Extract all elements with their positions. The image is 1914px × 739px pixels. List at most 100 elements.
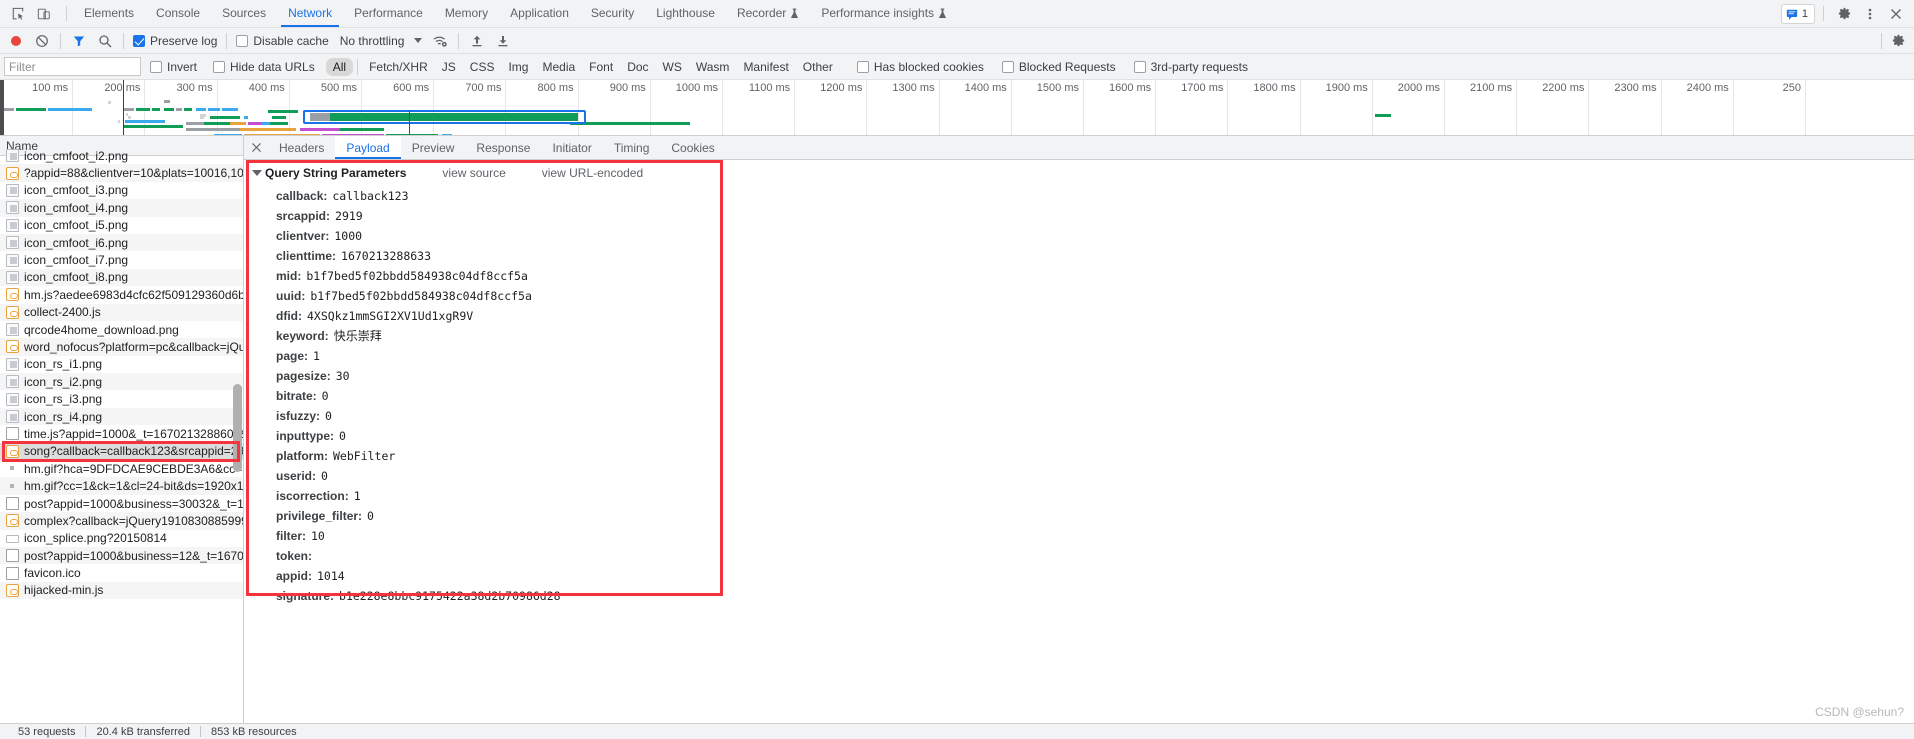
tab-memory[interactable]: Memory [434, 0, 499, 27]
request-row[interactable]: complex?callback=jQuery19108308859998824… [0, 512, 243, 530]
disable-cache-checkbox[interactable]: Disable cache [233, 34, 331, 48]
request-row[interactable]: favicon.ico [0, 564, 243, 581]
request-count: 53 requests [18, 725, 76, 738]
request-row[interactable]: word_nofocus?platform=pc&callback=jQuery… [0, 338, 243, 356]
tab-recorder[interactable]: Recorder [726, 0, 810, 27]
view-url-encoded-link[interactable]: view URL-encoded [542, 166, 643, 180]
tab-elements[interactable]: Elements [73, 0, 145, 27]
funnel-filter-icon[interactable] [67, 30, 91, 52]
request-row[interactable]: icon_cmfoot_i2.png [0, 147, 243, 164]
request-row[interactable]: icon_cmfoot_i8.png [0, 268, 243, 287]
request-name: icon_cmfoot_i4.png [24, 200, 129, 215]
request-list-scrollbar[interactable] [233, 384, 242, 472]
device-toolbar-icon[interactable] [32, 2, 56, 26]
gear-icon[interactable] [1832, 2, 1856, 26]
blocked-requests-checkbox[interactable]: Blocked Requests [999, 60, 1119, 74]
preserve-log-checkbox[interactable]: Preserve log [130, 34, 220, 48]
request-row[interactable]: qrcode4home_download.png [0, 321, 243, 338]
inspect-cursor-icon[interactable] [6, 2, 30, 26]
payload-content: Query String Parameters view source view… [244, 160, 1914, 606]
filter-type-fetch-xhr[interactable]: Fetch/XHR [362, 58, 435, 76]
request-row[interactable]: icon_rs_i1.png [0, 356, 243, 373]
request-row[interactable]: post?appid=1000&business=30032&_t=167021 [0, 495, 243, 512]
request-row[interactable]: icon_cmfoot_i4.png [0, 199, 243, 217]
filter-type-js[interactable]: JS [435, 58, 463, 76]
triangle-expanded-icon[interactable] [252, 170, 262, 176]
overview-left-handle[interactable] [0, 80, 4, 135]
tab-security[interactable]: Security [580, 0, 645, 27]
has-blocked-cookies-checkbox[interactable]: Has blocked cookies [854, 60, 987, 74]
request-row[interactable]: icon_rs_i2.png [0, 373, 243, 391]
query-string-section-header[interactable]: Query String Parameters view source view… [252, 166, 1914, 180]
more-vertical-icon[interactable] [1858, 2, 1882, 26]
doc-file-icon [6, 427, 19, 441]
request-row[interactable]: song?callback=callback123&srcappid=2919&… [0, 442, 243, 461]
request-row[interactable]: ?appid=88&clientver=10&plats=10016,10017… [0, 164, 243, 182]
throttling-dropdown[interactable]: No throttling [334, 34, 427, 48]
request-row[interactable]: hm.js?aedee6983d4cfc62f509129360d6bb3d [0, 286, 243, 303]
clear-prohibited-icon[interactable] [30, 30, 54, 52]
request-row[interactable]: hm.gif?cc=1&ck=1&cl=24-bit&ds=1920x10808 [0, 477, 243, 495]
network-overview-timeline[interactable]: 100 ms 200 ms 300 ms 400 ms 500 ms 600 ms 700 … [0, 80, 1914, 136]
section-title: Query String Parameters [265, 166, 407, 180]
request-name: post?appid=1000&business=30032&_t=167021 [24, 496, 243, 511]
request-row[interactable]: time.js?appid=1000&_t=1670213288606&_r=0… [0, 425, 243, 442]
detail-tab-preview[interactable]: Preview [401, 136, 466, 159]
hide-data-urls-checkbox[interactable]: Hide data URLs [210, 60, 318, 74]
issues-badge[interactable]: 1 [1780, 3, 1815, 24]
resources-size: 853 kB resources [211, 725, 297, 738]
filter-type-css[interactable]: CSS [463, 58, 502, 76]
request-row[interactable]: icon_splice.png?20150814 [0, 530, 243, 547]
filter-type-other[interactable]: Other [796, 58, 840, 76]
search-magnifier-icon[interactable] [93, 30, 117, 52]
has-blocked-cookies-label: Has blocked cookies [873, 59, 984, 74]
upload-arrow-icon[interactable] [465, 30, 489, 52]
request-row[interactable]: post?appid=1000&business=12&_t=16702132& [0, 546, 243, 565]
timeline-tick-label: 1700 ms [1181, 82, 1224, 94]
close-icon[interactable] [1884, 2, 1908, 26]
toolbar-divider-5 [1881, 32, 1882, 49]
tab-sources[interactable]: Sources [211, 0, 277, 27]
third-party-requests-checkbox[interactable]: 3rd-party requests [1131, 60, 1251, 74]
filter-type-font[interactable]: Font [582, 58, 620, 76]
detail-tab-response[interactable]: Response [465, 136, 541, 159]
detail-tab-initiator[interactable]: Initiator [541, 136, 602, 159]
wifi-settings-icon[interactable] [428, 30, 452, 52]
request-row[interactable]: icon_cmfoot_i5.png [0, 217, 243, 234]
overview-request-bar [262, 122, 270, 125]
detail-tab-headers[interactable]: Headers [268, 136, 335, 159]
tab-performance-insights[interactable]: Performance insights [810, 0, 958, 27]
detail-tab-cookies[interactable]: Cookies [660, 136, 725, 159]
gear-icon[interactable] [1886, 30, 1910, 52]
filter-type-img[interactable]: Img [501, 58, 535, 76]
record-circle-icon[interactable] [4, 30, 28, 52]
filter-type-manifest[interactable]: Manifest [736, 58, 795, 76]
view-source-link[interactable]: view source [442, 166, 505, 180]
filter-type-ws[interactable]: WS [656, 58, 689, 76]
request-list-panel: Name icon_cmfoot_i2.png ?appid=88&clientv… [0, 136, 244, 723]
request-row[interactable]: icon_rs_i4.png [0, 407, 243, 426]
filter-input[interactable] [4, 57, 141, 76]
filter-type-all[interactable]: All [325, 57, 354, 76]
request-row[interactable]: icon_cmfoot_i7.png [0, 251, 243, 268]
close-detail-icon[interactable] [244, 136, 268, 159]
tab-network[interactable]: Network [277, 0, 343, 27]
request-row[interactable]: hijacked-min.js [0, 581, 243, 600]
tab-application[interactable]: Application [499, 0, 580, 27]
tab-console[interactable]: Console [145, 0, 211, 27]
request-row[interactable]: collect-2400.js [0, 303, 243, 321]
request-row[interactable]: icon_cmfoot_i6.png [0, 233, 243, 252]
download-arrow-icon[interactable] [491, 30, 515, 52]
invert-checkbox[interactable]: Invert [147, 60, 200, 74]
request-list-scroll[interactable]: icon_cmfoot_i2.png ?appid=88&clientver=10… [0, 147, 243, 723]
detail-tab-timing[interactable]: Timing [603, 136, 661, 159]
filter-type-doc[interactable]: Doc [620, 58, 655, 76]
request-row[interactable]: icon_rs_i3.png [0, 390, 243, 407]
detail-tab-payload[interactable]: Payload [335, 136, 402, 159]
tab-performance[interactable]: Performance [343, 0, 434, 27]
filter-type-media[interactable]: Media [535, 58, 582, 76]
request-row[interactable]: hm.gif?hca=9DFDCAE9CEBDE3A6&cc=1&ck=1. [0, 460, 243, 477]
filter-type-wasm[interactable]: Wasm [689, 58, 737, 76]
request-row[interactable]: icon_cmfoot_i3.png [0, 182, 243, 199]
tab-lighthouse[interactable]: Lighthouse [645, 0, 726, 27]
